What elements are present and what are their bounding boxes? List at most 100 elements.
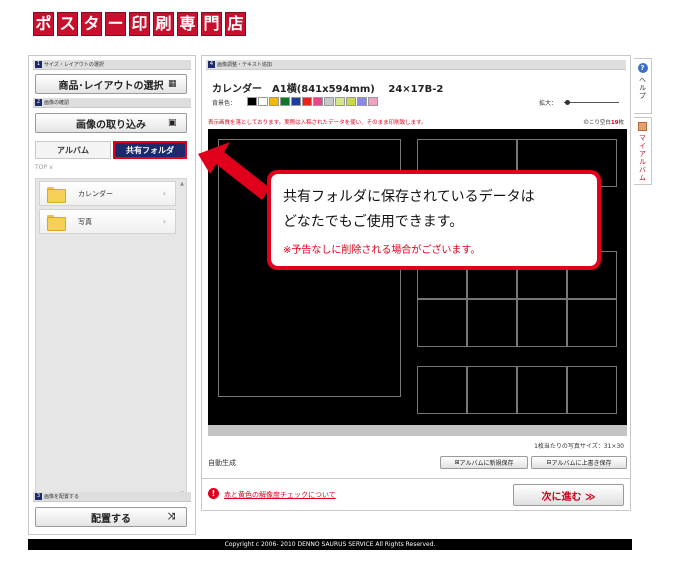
section-label: 画像調整・テキスト追加 [217,61,272,68]
background-color-swatches[interactable] [247,97,378,106]
logo-character: ス [57,12,78,36]
section-place-header: 3 画像を配置する [33,492,191,502]
color-swatch[interactable] [258,97,268,106]
breadcrumb[interactable]: TOP ∨ [35,164,53,171]
photo-slot[interactable] [567,366,617,414]
background-color-label: 背景色： [212,100,237,107]
callout-line-1: 共有フォルダに保存されているデータは [283,189,535,205]
color-swatch[interactable] [313,97,323,106]
save-new-album-button[interactable]: ⊞ アルバムに新規保存 [440,456,528,469]
auto-generate-label: 自動生成 [208,459,236,467]
left-panel: 1 サイズ・レイアウトの選択 商品･レイアウトの選択 ▦ 2 画像の確認 画像の… [28,55,196,535]
color-swatch[interactable] [302,97,312,106]
chevron-right-icon: › [162,217,166,226]
callout-arrow-icon [198,142,270,200]
remaining-count: のこり空白19枚 [583,118,624,126]
place-button[interactable]: 配置する ⤨ [35,507,187,527]
remaining-prefix: のこり空白 [583,120,611,126]
color-swatch[interactable] [247,97,257,106]
site-logo[interactable]: ポスター印刷専門店 [33,12,246,36]
list-item[interactable]: カレンダー › [39,181,176,206]
shuffle-icon: ⤨ [168,512,176,522]
photo-slot[interactable] [517,299,567,347]
tab-album[interactable]: アルバム [35,141,111,159]
photo-slot[interactable] [467,366,517,414]
overwrite-album-label: アルバムに上書き保存 [551,460,612,467]
section-image-check-header: 2 画像の確認 [33,98,191,108]
warning-icon: ! [208,488,219,499]
color-swatch[interactable] [368,97,378,106]
color-swatch[interactable] [346,97,356,106]
canvas-scrollbar[interactable] [208,425,627,436]
logo-character: ポ [33,12,54,36]
list-item[interactable]: 写真 › [39,209,176,234]
photo-slot[interactable] [567,299,617,347]
logo-character: タ [81,12,102,36]
callout-note: ※予告なしに削除される場合がございます。 [283,245,481,256]
save-new-album-label: アルバムに新規保存 [459,460,514,467]
photo-slot[interactable] [417,299,467,347]
callout-box: 共有フォルダに保存されているデータは どなたでもご使用できます。 ※予告なしに削… [267,170,601,270]
logo-character: ー [105,12,126,36]
select-layout-label: 商品･レイアウトの選択 [58,80,164,92]
callout-inner: 共有フォルダに保存されているデータは どなたでもご使用できます。 ※予告なしに削… [271,174,597,266]
section-label: サイズ・レイアウトの選択 [44,61,104,68]
import-image-button[interactable]: 画像の取り込み ▣ [35,113,187,133]
folder-list[interactable]: ▲ カレンダー › 写真 › ▼ [35,178,187,500]
section-number: 1 [35,61,42,68]
folder-label: カレンダー [78,189,113,198]
logo-character: 刷 [153,12,174,36]
my-album-tab-label: マイアルバム [638,134,647,182]
logo-character: 専 [177,12,198,36]
overwrite-album-button[interactable]: ⊟ アルバムに上書き保存 [531,456,627,469]
section-number: 3 [35,493,42,500]
logo-character: 門 [201,12,222,36]
quality-notice: 表示画質を落としております。実際は入稿されたデータを使い、そのまま印刷致します。 [208,120,427,126]
zoom-slider-handle[interactable] [564,100,570,105]
section-adjust-header: 4 画像調整・テキスト追加 [206,60,626,70]
folder-icon [47,186,66,203]
section-size-layout-header: 1 サイズ・レイアウトの選択 [33,60,191,70]
resolution-check-link[interactable]: 赤と黄色の解像度チェックについて [224,490,336,500]
grid-icon: ▦ [168,79,177,89]
bottom-bar: ! 赤と黄色の解像度チェックについて 次に進む ≫ [201,478,631,511]
color-swatch[interactable] [291,97,301,106]
help-tab-label: ヘルプ [638,76,647,100]
section-number: 2 [35,99,42,106]
chevron-right-icon: › [162,189,166,198]
product-title: カレンダー A1横(841x594mm) 24×17B-2 [212,84,444,95]
main-panel: 4 画像調整・テキスト追加 カレンダー A1横(841x594mm) 24×17… [201,55,631,511]
my-album-tab[interactable]: マイアルバム [634,117,652,185]
scroll-up-icon[interactable]: ▲ [180,181,184,187]
photo-slot[interactable] [517,366,567,414]
photo-slot[interactable] [417,366,467,414]
color-swatch[interactable] [280,97,290,106]
zoom-label: 拡大： [539,100,558,107]
photo-size-info: 1枚当たりの写真サイズ：31×30 [534,443,624,450]
tab-shared-folder[interactable]: 共有フォルダ [113,141,187,159]
logo-character: 印 [129,12,150,36]
image-icon: ▣ [168,118,177,128]
folder-label: 写真 [78,217,92,226]
place-label: 配置する [91,513,131,525]
photo-slot[interactable] [467,299,517,347]
logo-character: 店 [225,12,246,36]
section-label: 画像を配置する [44,493,80,500]
help-tab[interactable]: ? ヘルプ [634,58,652,114]
callout-line-2: どなたでもご使用できます。 [283,214,464,230]
next-button[interactable]: 次に進む ≫ [513,484,624,506]
section-label: 画像の確認 [44,99,70,106]
zoom-slider[interactable] [564,102,619,103]
album-icon [638,122,647,131]
help-icon: ? [637,63,648,73]
folder-icon [47,214,66,231]
color-swatch[interactable] [269,97,279,106]
import-image-label: 画像の取り込み [76,119,146,131]
color-swatch[interactable] [357,97,367,106]
select-layout-button[interactable]: 商品･レイアウトの選択 ▦ [35,74,187,94]
color-swatch[interactable] [335,97,345,106]
section-number: 4 [208,61,215,68]
remaining-suffix: 枚 [618,120,624,126]
footer-copyright: Copyright c 2006- 2010 DENNO SAURUS SERV… [28,539,632,550]
color-swatch[interactable] [324,97,334,106]
